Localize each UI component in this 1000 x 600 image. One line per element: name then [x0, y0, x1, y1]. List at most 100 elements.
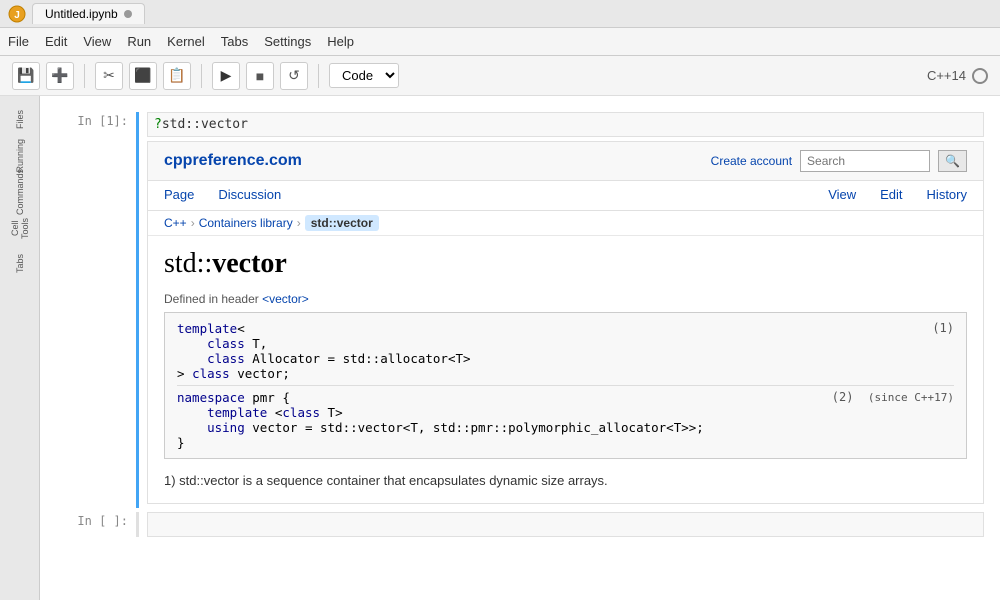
code-line-1: template<	[177, 321, 916, 336]
toolbar-separator-3	[318, 64, 319, 88]
menubar: File Edit View Run Kernel Tabs Settings …	[0, 28, 1000, 56]
notebook-tab-label: Untitled.ipynb	[45, 7, 118, 21]
title-vector: vector	[212, 248, 287, 279]
code-num-1: (1)	[916, 321, 954, 335]
nav-tab-view[interactable]: View	[816, 181, 868, 210]
kw-template: template	[177, 321, 237, 336]
cppref-page-title: std::vector	[164, 248, 967, 280]
breadcrumb-vector: std::vector	[305, 215, 379, 231]
app-icon: J	[8, 5, 26, 23]
kw-namespace: namespace	[177, 390, 245, 405]
code-block-2: namespace pmr { template <class T> using…	[177, 390, 816, 450]
cell-2: In [ ]:	[56, 512, 984, 537]
kw-class-1: class	[207, 336, 245, 351]
breadcrumb-sep-2: ›	[297, 216, 301, 230]
cppref-nav-left: Page Discussion	[152, 181, 293, 210]
sidebar-files-label: Files	[15, 106, 25, 133]
code-separator	[177, 385, 954, 386]
code-line-8: }	[177, 435, 816, 450]
main-area: Files Running Commands Cell Tools Tabs I…	[0, 96, 1000, 600]
kw-using: using	[207, 420, 245, 435]
cppref-search-input[interactable]	[800, 150, 930, 172]
desc-num: 1)	[164, 473, 179, 488]
cell-1-output: cppreference.com Create account 🔍 Page	[147, 137, 984, 508]
nav-tab-discussion[interactable]: Discussion	[206, 181, 293, 210]
unsaved-indicator	[124, 10, 132, 18]
cppref-description: 1) std::vector is a sequence container t…	[164, 471, 967, 491]
cppref-nav-right: View Edit History	[816, 181, 979, 210]
toolbar-separator-1	[84, 64, 85, 88]
cell-2-input[interactable]	[147, 512, 984, 537]
header-link[interactable]: <vector>	[262, 292, 309, 306]
kw-template-2: template	[207, 405, 267, 420]
kernel-status-circle	[972, 68, 988, 84]
nav-tab-edit[interactable]: Edit	[868, 181, 914, 210]
sidebar-item-tabs[interactable]: Tabs	[4, 248, 36, 280]
menu-help[interactable]: Help	[327, 34, 354, 49]
code-box: template< class T, class Allocator = std…	[164, 312, 967, 459]
cut-button[interactable]: ✂	[95, 62, 123, 90]
sidebar-item-cell-tools[interactable]: Cell Tools	[4, 212, 36, 244]
left-sidebar: Files Running Commands Cell Tools Tabs	[0, 96, 40, 600]
kernel-name-label: C++14	[927, 68, 966, 83]
cppref-logo: cppreference.com	[164, 152, 302, 170]
paste-button[interactable]: 📋	[163, 62, 191, 90]
cppref-content: std::vector Defined in header <vector>	[148, 236, 983, 503]
breadcrumb-cpp[interactable]: C++	[164, 216, 187, 230]
sidebar-item-commands[interactable]: Commands	[4, 176, 36, 208]
menu-edit[interactable]: Edit	[45, 34, 67, 49]
notebook-tab[interactable]: Untitled.ipynb	[32, 3, 145, 24]
nav-tab-history[interactable]: History	[915, 181, 979, 210]
cell-2-content[interactable]	[136, 512, 984, 537]
titlebar: J Untitled.ipynb	[0, 0, 1000, 28]
code-line-6: template <class T>	[177, 405, 816, 420]
code-line-4: > class vector;	[177, 366, 916, 381]
cell-2-prompt: In [ ]:	[56, 512, 136, 537]
code-line-7: using vector = std::vector<T, std::pmr::…	[177, 420, 816, 435]
breadcrumb-containers[interactable]: Containers library	[199, 216, 293, 230]
menu-kernel[interactable]: Kernel	[167, 34, 205, 49]
sidebar-celltools-label: Cell Tools	[10, 212, 30, 244]
stop-button[interactable]: ■	[246, 62, 274, 90]
kernel-indicator: C++14	[927, 68, 988, 84]
restart-button[interactable]: ↺	[280, 62, 308, 90]
add-cell-button[interactable]: ➕	[46, 62, 74, 90]
cell-1: In [1]: ?std::vector cppreference.com Cr…	[56, 112, 984, 508]
copy-button[interactable]: ⬛	[129, 62, 157, 90]
cell-1-input[interactable]: ?std::vector	[147, 112, 984, 137]
save-button[interactable]: 💾	[12, 62, 40, 90]
cppref-nav: Page Discussion View Edit History	[148, 181, 983, 211]
sidebar-commands-label: Commands	[15, 165, 25, 219]
code-line-2: class T,	[177, 336, 916, 351]
code-num-2: (2) (since C++17)	[816, 390, 954, 404]
nav-tab-page[interactable]: Page	[152, 181, 206, 210]
code-block-1: template< class T, class Allocator = std…	[177, 321, 916, 381]
sidebar-item-files[interactable]: Files	[4, 104, 36, 136]
menu-file[interactable]: File	[8, 34, 29, 49]
code-row-1: template< class T, class Allocator = std…	[177, 321, 954, 381]
since-cpp17: (since C++17)	[868, 391, 954, 404]
code-line-3: class Allocator = std::allocator<T>	[177, 351, 916, 366]
create-account-link[interactable]: Create account	[711, 154, 792, 168]
defined-in-text: Defined in header	[164, 292, 259, 306]
kw-class-3: class	[192, 366, 230, 381]
cell-1-content: ?std::vector cppreference.com Create acc…	[136, 112, 984, 508]
cell-type-select[interactable]: Code	[329, 63, 399, 88]
kw-class-4: class	[282, 405, 320, 420]
defined-in-header: Defined in header <vector>	[164, 292, 967, 306]
cell-1-prompt: In [1]:	[56, 112, 136, 508]
svg-text:J: J	[14, 10, 20, 21]
cell-1-code: std::vector	[162, 117, 248, 132]
menu-view[interactable]: View	[83, 34, 111, 49]
sidebar-tabs-label: Tabs	[15, 250, 25, 277]
cell-1-query-mark: ?	[154, 117, 162, 132]
toolbar: 💾 ➕ ✂ ⬛ 📋 ▶ ■ ↺ Code C++14	[0, 56, 1000, 96]
run-button[interactable]: ▶	[212, 62, 240, 90]
menu-tabs[interactable]: Tabs	[221, 34, 248, 49]
menu-run[interactable]: Run	[127, 34, 151, 49]
title-std: std::	[164, 248, 212, 279]
menu-settings[interactable]: Settings	[264, 34, 311, 49]
cppref-search-button[interactable]: 🔍	[938, 150, 967, 172]
kw-class-2: class	[207, 351, 245, 366]
cppref-search-area: Create account 🔍	[711, 150, 967, 172]
